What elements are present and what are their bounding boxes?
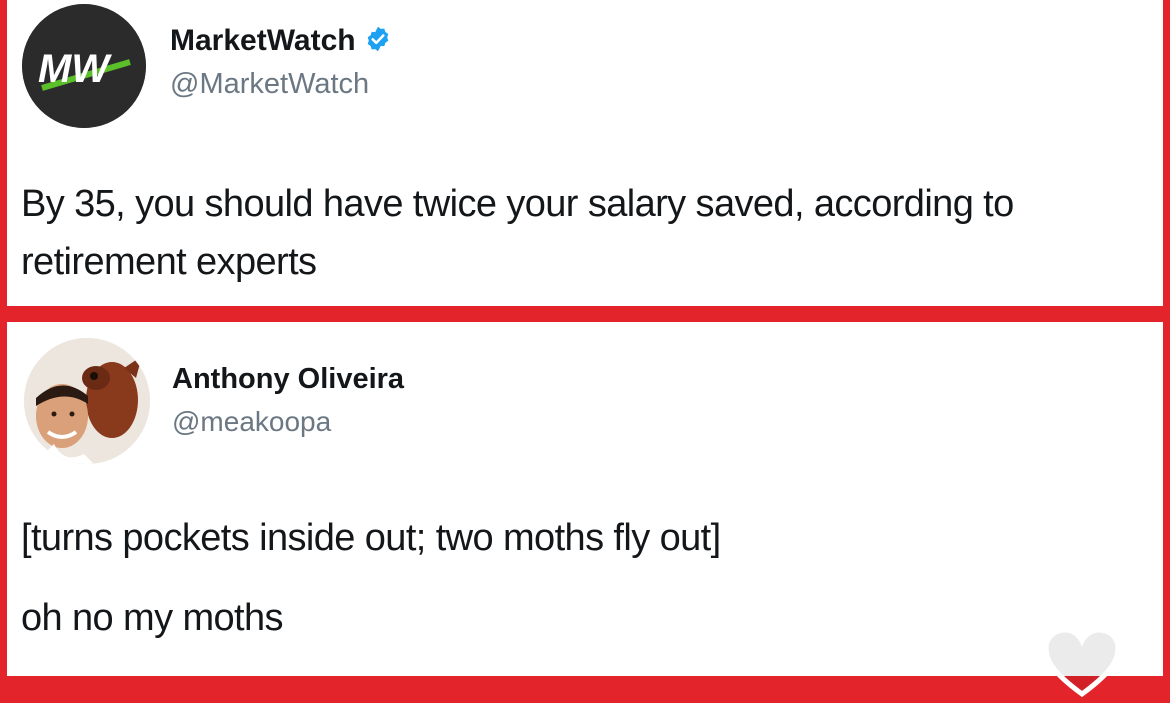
avatar-photo — [24, 338, 150, 464]
marketwatch-tweet[interactable]: MW MarketWatch @MarketWatch By 35, you s… — [7, 0, 1163, 306]
reply-tweet[interactable]: Anthony Oliveira @meakoopa [turns pocket… — [7, 322, 1163, 676]
marketwatch-avatar[interactable]: MW — [22, 4, 146, 128]
author-handle[interactable]: @meakoopa — [172, 406, 331, 438]
anthony-oliveira-avatar[interactable] — [24, 338, 150, 464]
author-name[interactable]: Anthony Oliveira — [172, 363, 404, 396]
verified-badge-icon — [364, 25, 392, 53]
author-name[interactable]: MarketWatch — [170, 24, 392, 58]
marketwatch-logo: MW — [22, 4, 146, 128]
tweet-text: By 35, you should have twice your salary… — [21, 183, 1014, 283]
author-name-text[interactable]: MarketWatch — [170, 24, 356, 57]
author-handle[interactable]: @MarketWatch — [170, 68, 369, 101]
avatar-logo-text: MW — [38, 47, 112, 91]
tweet-text-line: [turns pockets inside out; two moths fly… — [21, 517, 721, 559]
heart-outline-icon[interactable] — [1042, 627, 1122, 698]
tweet-text-line: oh no my moths — [21, 597, 284, 639]
